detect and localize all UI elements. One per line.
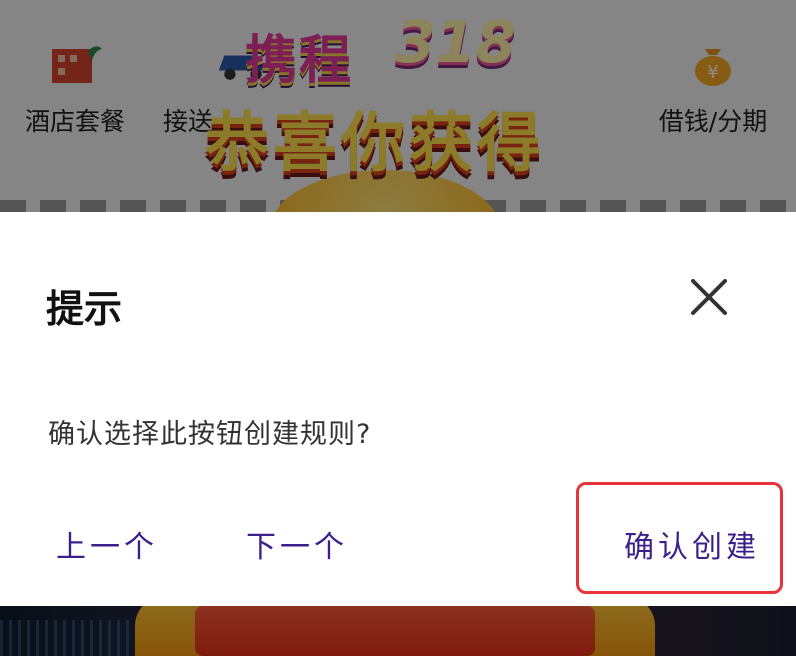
dialog-title: 提示 [46,287,123,331]
previous-button[interactable]: 上一个 [56,522,158,566]
dialog-message: 确认选择此按钮创建规则? [48,419,372,450]
confirm-create-button[interactable]: 确认创建 [624,522,760,566]
close-icon[interactable] [684,272,734,322]
next-button[interactable]: 下一个 [246,522,348,566]
confirm-dialog: 提示 确认选择此按钮创建规则? 上一个 下一个 确认创建 [0,212,796,606]
